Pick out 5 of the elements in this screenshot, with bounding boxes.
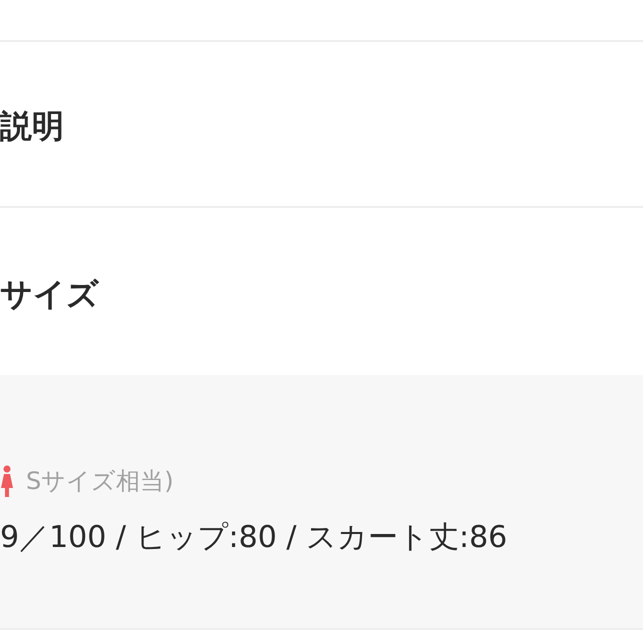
- section-title: サイズ: [0, 274, 99, 314]
- section-title: 説明: [0, 106, 64, 147]
- measurements-text: 9／100 / ヒップ:80 / スカート丈:86: [0, 519, 508, 557]
- size-note: Sサイズ相当): [26, 466, 174, 497]
- woman-icon: [0, 465, 14, 497]
